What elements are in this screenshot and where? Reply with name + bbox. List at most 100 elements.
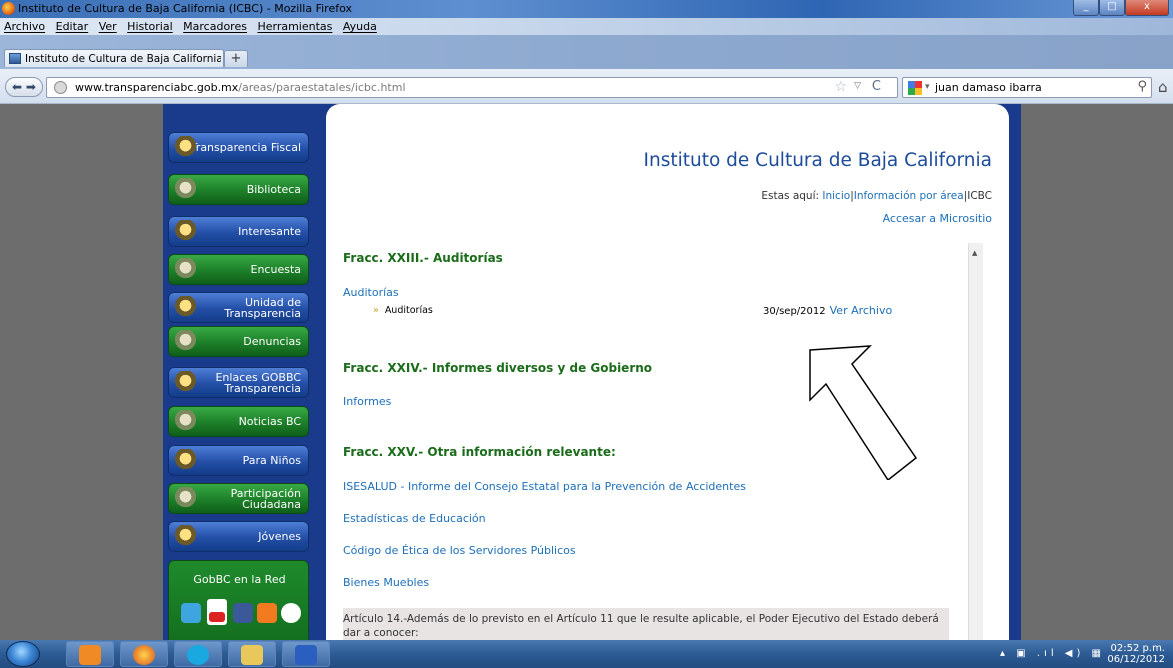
home-icon[interactable]: ⌂ (1158, 78, 1168, 96)
section-title-otra-info: Fracc. XXV.- Otra información relevante: (343, 445, 616, 459)
books-icon (173, 178, 198, 202)
twitter-icon[interactable] (181, 603, 201, 623)
taskbar-outlook[interactable] (66, 641, 114, 667)
taskbar-firefox[interactable] (120, 641, 168, 667)
sidebar-item-label: Para Niños (242, 454, 301, 467)
auditorias-item: » Auditorías (373, 305, 433, 316)
menu-historial[interactable]: Historial (124, 18, 176, 33)
bookmark-star-icon[interactable]: ☆ (834, 79, 847, 95)
microsite-link[interactable]: Accesar a Micrositio (883, 212, 992, 225)
search-icon[interactable]: ⚲ (1137, 79, 1147, 94)
url-dropdown-icon[interactable]: ▽ (854, 81, 861, 91)
scrollbar[interactable]: ▲ (968, 243, 983, 640)
sidebar-item-unidad-transparencia[interactable]: Unidad de Transparencia (168, 292, 309, 323)
close-button[interactable]: x (1125, 0, 1169, 16)
maximize-button[interactable]: □ (1099, 0, 1125, 16)
search-engine-dropdown-icon[interactable]: ▾ (925, 82, 930, 92)
breadcrumb-inicio-link[interactable]: Inicio (822, 190, 850, 202)
sidebar-item-interesante[interactable]: Interesante (168, 216, 309, 247)
taskbar: ▴ ▣ .ıl ◀) ▦ 02:52 p.m. 06/12/2012 (0, 640, 1173, 668)
url-text: www.transparenciabc.gob.mx/areas/paraest… (75, 81, 406, 94)
people-icon (173, 487, 198, 511)
folder-icon (241, 645, 263, 665)
sidebar-item-participacion[interactable]: Participación Ciudadana (168, 483, 309, 514)
ver-archivo-link[interactable]: Ver Archivo (830, 304, 893, 317)
facebook-icon[interactable] (233, 603, 253, 623)
clock[interactable]: 02:52 p.m. 06/12/2012 (1107, 643, 1165, 665)
kids-icon (173, 449, 198, 473)
news-icon (173, 410, 198, 434)
taskbar-explorer[interactable] (228, 641, 276, 667)
search-box[interactable]: ▾ juan damaso ibarra ⚲ (902, 77, 1152, 98)
sidebar-item-enlaces[interactable]: Enlaces GOBBC Transparencia (168, 367, 309, 398)
firefox-icon (133, 645, 155, 665)
survey-icon (173, 258, 198, 282)
tab-label: Instituto de Cultura de Baja California … (25, 53, 221, 65)
breadcrumb-area-link[interactable]: Información por área (854, 190, 964, 202)
sidebar-item-denuncias[interactable]: Denuncias (168, 326, 309, 357)
tab-icbc[interactable]: Instituto de Cultura de Baja California … (4, 49, 224, 67)
social-title: GobBC en la Red (193, 573, 286, 586)
sidebar-item-noticias[interactable]: Noticias BC (168, 406, 309, 437)
youtube-icon[interactable] (207, 599, 227, 625)
sidebar-item-label: Noticias BC (238, 415, 301, 428)
start-button[interactable] (6, 641, 40, 667)
menu-archivo[interactable]: Archivo (0, 18, 49, 33)
flickr-icon[interactable] (281, 603, 301, 623)
informes-link[interactable]: Informes (343, 395, 391, 408)
breadcrumb-current: ICBC (967, 190, 992, 202)
breadcrumb: Estas aquí: Inicio|Información por área|… (761, 190, 992, 202)
auditorias-item-label: Auditorías (384, 305, 433, 316)
auditorias-link[interactable]: Auditorías (343, 286, 399, 299)
system-tray-icons[interactable]: ▴ ▣ .ıl ◀) ▦ (1000, 648, 1105, 659)
skype-icon (187, 645, 209, 665)
sidebar-item-encuesta[interactable]: Encuesta (168, 254, 309, 285)
auditorias-date: 30/sep/2012 (763, 306, 826, 317)
search-value: juan damaso ibarra (935, 81, 1042, 94)
outlook-icon (79, 645, 101, 665)
clock-time: 02:52 p.m. (1110, 643, 1165, 654)
menu-bar: Archivo Editar Ver Historial Marcadores … (0, 18, 1173, 35)
menu-ayuda[interactable]: Ayuda (340, 18, 381, 33)
bullet-arrow-icon: » (373, 305, 379, 316)
codigo-etica-link[interactable]: Código de Ética de los Servidores Públic… (343, 544, 576, 557)
page-favicon-icon (9, 53, 21, 64)
institute-title: Instituto de Cultura de Baja California (643, 150, 992, 171)
money-icon (173, 136, 198, 160)
auditorias-row: 30/sep/2012 Ver Archivo (763, 304, 892, 317)
sidebar-item-para-ninos[interactable]: Para Niños (168, 445, 309, 476)
estadisticas-link[interactable]: Estadísticas de Educación (343, 512, 486, 525)
sidebar-item-label: Unidad de Transparencia (224, 296, 301, 320)
menu-herramientas[interactable]: Herramientas (254, 18, 336, 33)
firefox-icon (2, 2, 15, 15)
blogger-icon[interactable] (257, 603, 277, 623)
taskbar-skype[interactable] (174, 641, 222, 667)
section-title-informes: Fracc. XXIV.- Informes diversos y de Gob… (343, 361, 653, 375)
window-title-bar: Instituto de Cultura de Baja California … (0, 0, 1173, 18)
sidebar-item-label: Biblioteca (246, 183, 301, 196)
menu-editar[interactable]: Editar (53, 18, 93, 33)
isesalud-link[interactable]: ISESALUD - Informe del Consejo Estatal p… (343, 480, 746, 493)
reload-icon[interactable]: C (872, 79, 881, 94)
scroll-up-icon[interactable]: ▲ (972, 249, 977, 257)
back-forward-buttons[interactable]: ⬅ ➡ (5, 77, 43, 97)
menu-marcadores[interactable]: Marcadores (180, 18, 251, 33)
menu-ver[interactable]: Ver (96, 18, 121, 33)
sidebar-item-jovenes[interactable]: Jóvenes (168, 521, 309, 552)
address-bar[interactable]: www.transparenciabc.gob.mx/areas/paraest… (46, 77, 898, 98)
taskbar-word[interactable] (282, 641, 330, 667)
window-controls: _ □ x (1073, 0, 1169, 18)
globe-icon (173, 371, 198, 395)
bienes-muebles-link[interactable]: Bienes Muebles (343, 576, 429, 589)
person-icon (173, 220, 198, 244)
clock-date: 06/12/2012 (1107, 654, 1165, 665)
navigation-bar: ⬅ ➡ www.transparenciabc.gob.mx/areas/par… (0, 69, 1173, 104)
minimize-button[interactable]: _ (1073, 0, 1099, 16)
sidebar-item-transparencia-fiscal[interactable]: Transparencia Fiscal (168, 132, 309, 163)
google-icon (908, 81, 922, 95)
tab-bar: Instituto de Cultura de Baja California … (0, 35, 1173, 69)
breadcrumb-prefix: Estas aquí: (761, 190, 820, 202)
car-icon (173, 330, 198, 354)
new-tab-button[interactable]: + (224, 50, 248, 67)
sidebar-item-biblioteca[interactable]: Biblioteca (168, 174, 309, 205)
